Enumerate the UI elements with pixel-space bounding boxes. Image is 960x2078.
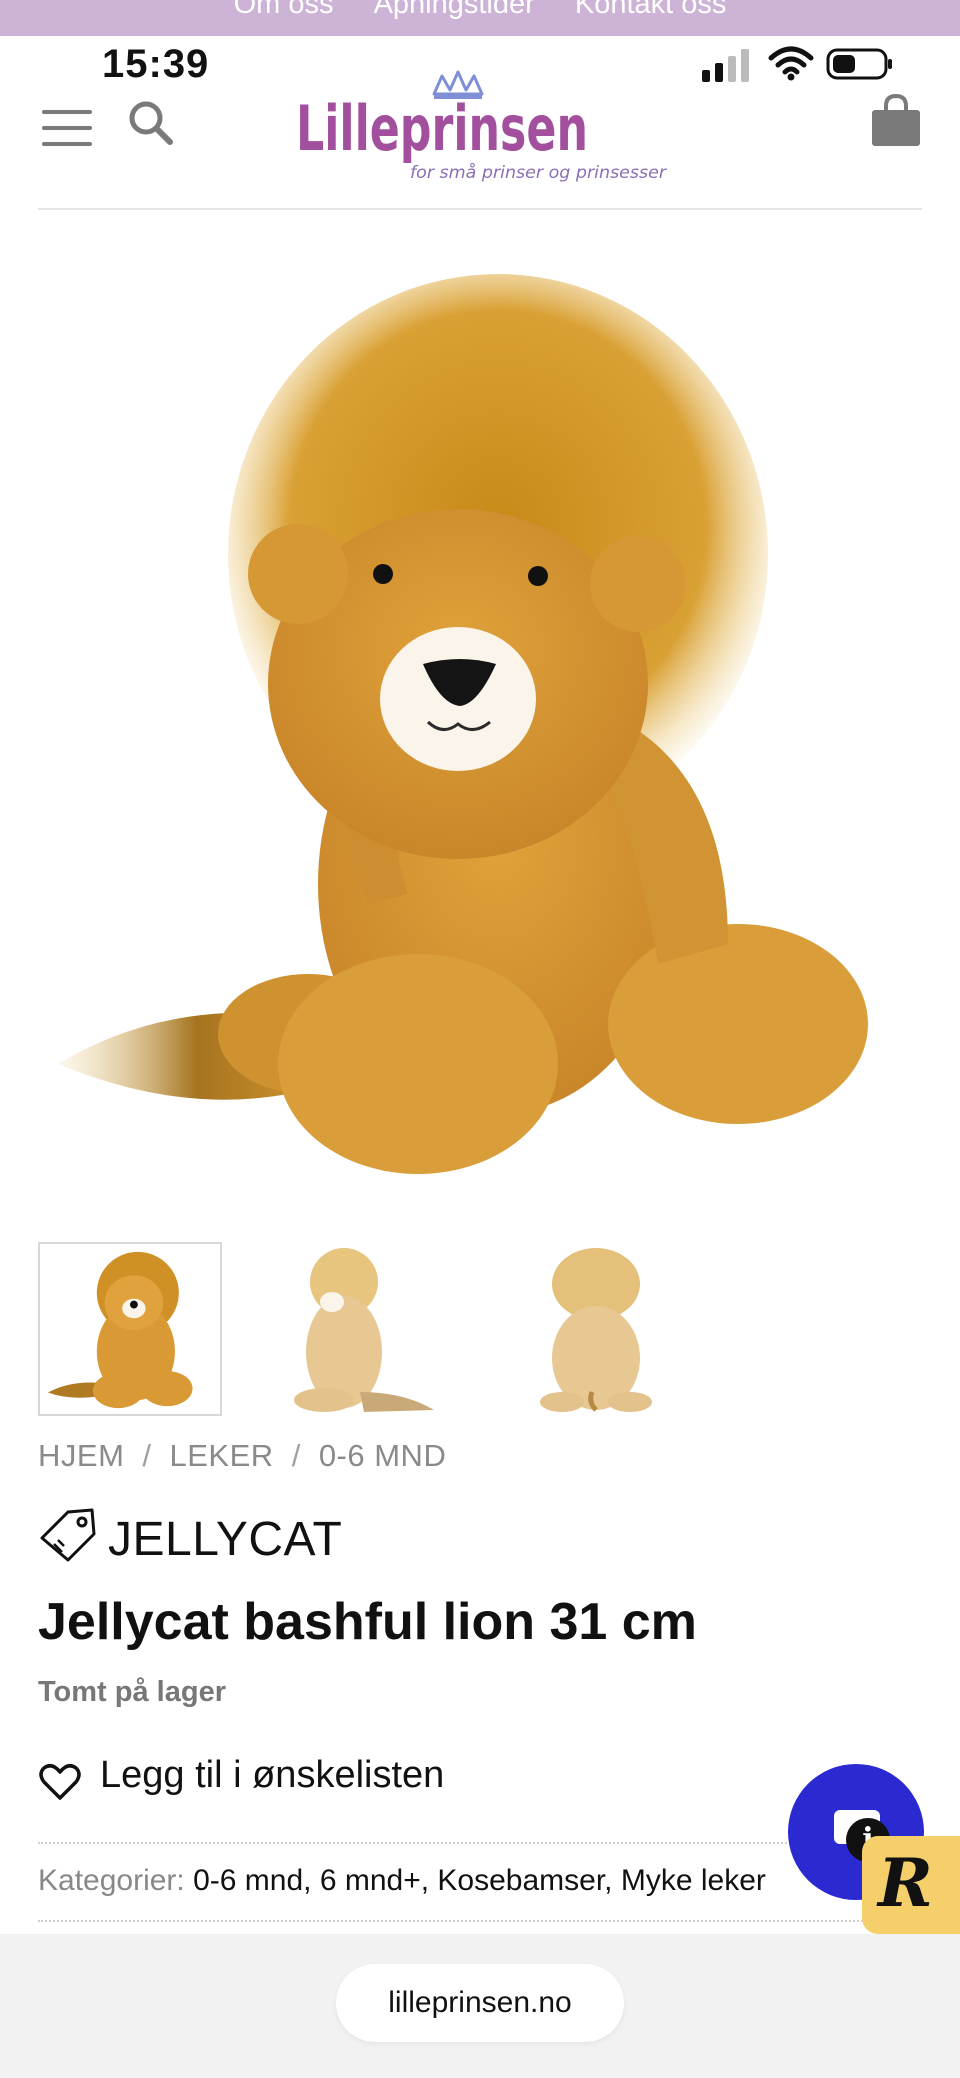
cellular-signal-icon [702, 49, 749, 82]
battery-icon [826, 48, 892, 80]
category-link[interactable]: 6 mnd+ [320, 1864, 421, 1897]
product-title: Jellycat bashful lion 31 cm [38, 1593, 697, 1651]
logo-text: Lilleprinsen [296, 92, 588, 165]
browser-bottom-bar: lilleprinsen.no [0, 1934, 960, 2078]
breadcrumb: HJEM / LEKER/0-6 MND [38, 1438, 447, 1473]
reviews-badge[interactable]: R [862, 1836, 960, 1934]
site-logo[interactable]: Lilleprinsen for små prinser og prinsess… [292, 68, 672, 188]
thumbnail-side[interactable] [264, 1242, 448, 1416]
thumbnail-gallery [38, 1242, 922, 1416]
brand-name: JELLYCAT [108, 1513, 343, 1566]
header-divider [38, 208, 922, 210]
top-nav-link-contact[interactable]: Kontakt oss [575, 0, 727, 20]
wifi-icon [768, 46, 814, 81]
product-image-lion[interactable] [38, 244, 922, 1194]
thumbnail-back[interactable] [500, 1242, 684, 1416]
top-nav-link-about[interactable]: Om oss [234, 0, 334, 20]
breadcrumb-toys[interactable]: LEKER [170, 1438, 274, 1473]
shopping-bag-icon[interactable] [868, 92, 924, 148]
top-nav-links: Om oss Åpningstider Kontakt oss [0, 0, 960, 21]
breadcrumb-age[interactable]: 0-6 MND [319, 1438, 447, 1473]
price-tag-icon [40, 1508, 96, 1562]
categories-label: Kategorier: [38, 1864, 185, 1897]
logo-tagline: for små prinser og prinsesser [410, 162, 667, 183]
reviews-badge-letter: R [878, 1844, 933, 1922]
category-link[interactable]: Myke leker [621, 1864, 766, 1897]
search-icon[interactable] [126, 98, 176, 148]
product-categories: Kategorier: 0-6 mnd, 6 mnd+, Kosebamser,… [38, 1864, 766, 1897]
status-time: 15:39 [102, 42, 210, 86]
category-link[interactable]: 0-6 mnd [193, 1864, 303, 1897]
heart-icon [39, 1764, 81, 1800]
url-bar[interactable]: lilleprinsen.no [336, 1964, 624, 2042]
divider [38, 1920, 922, 1922]
site-header: Lilleprinsen for små prinser og prinsess… [0, 70, 960, 210]
hamburger-menu-icon[interactable] [40, 104, 94, 152]
top-nav-bar: Om oss Åpningstider Kontakt oss [0, 0, 960, 36]
thumbnail-front[interactable] [38, 1242, 222, 1416]
top-nav-link-hours[interactable]: Åpningstider [374, 0, 535, 20]
stock-status: Tomt på lager [38, 1676, 226, 1708]
wishlist-label: Legg til i ønskelisten [100, 1754, 445, 1796]
category-link[interactable]: Kosebamser [437, 1864, 604, 1897]
breadcrumb-home[interactable]: HJEM [38, 1438, 124, 1473]
